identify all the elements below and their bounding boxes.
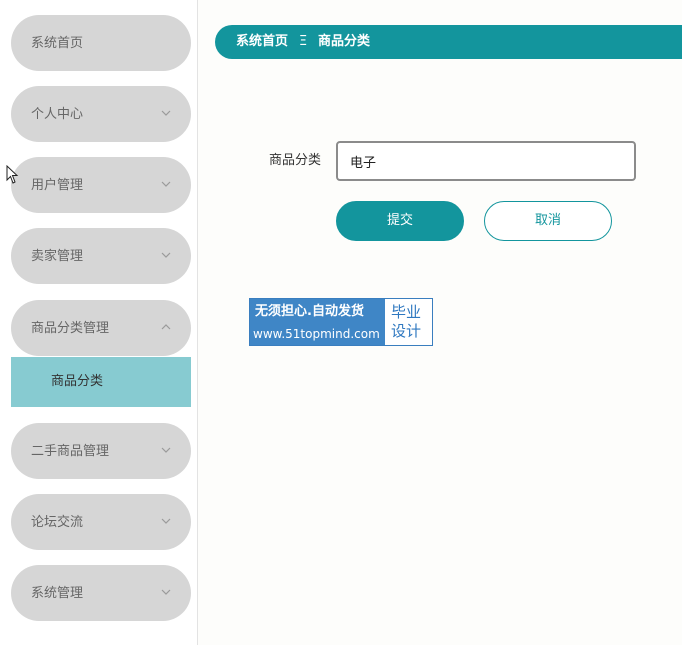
breadcrumb-separator: Ξ [299, 34, 308, 49]
chevron-down-icon [161, 589, 171, 595]
sidebar-item-label: 论坛交流 [31, 515, 84, 530]
sidebar-item-home[interactable]: 系统首页 [11, 15, 191, 71]
sidebar-item-personal-center[interactable]: 个人中心 [11, 86, 191, 142]
sidebar-subitem-category[interactable]: 商品分类 [11, 357, 191, 407]
category-input[interactable] [336, 141, 636, 181]
sidebar-item-label: 二手商品管理 [31, 444, 110, 459]
app-window: 名 系统首页 个人中心 用户管理 卖家管理 商品分类管理 商品分类 二手 [0, 0, 682, 645]
watermark-logo: 无须担心.自动发货 www.51topmind.com 毕业 设计 [249, 298, 433, 346]
sidebar-item-forum[interactable]: 论坛交流 [11, 494, 191, 550]
sidebar-item-secondhand-goods[interactable]: 二手商品管理 [11, 423, 191, 479]
sidebar-item-label: 个人中心 [31, 107, 84, 122]
sidebar-item-seller-management[interactable]: 卖家管理 [11, 228, 191, 284]
chevron-down-icon [161, 447, 171, 453]
chevron-down-icon [161, 181, 171, 187]
watermark-left-panel: 无须担心.自动发货 www.51topmind.com [250, 299, 385, 345]
watermark-right-bottom: 设计 [391, 322, 422, 340]
mouse-cursor-icon [6, 165, 19, 184]
sidebar-item-category-management[interactable]: 商品分类管理 [11, 300, 191, 356]
watermark-right-top: 毕业 [391, 303, 422, 321]
sidebar-item-user-management[interactable]: 用户管理 [11, 157, 191, 213]
watermark-url: www.51topmind.com [253, 327, 380, 341]
sidebar-item-label: 系统管理 [31, 586, 84, 601]
submit-button[interactable]: 提交 [336, 201, 464, 241]
chevron-down-icon [161, 110, 171, 116]
breadcrumb-current: 商品分类 [318, 34, 371, 49]
chevron-up-icon [161, 324, 171, 330]
cancel-button[interactable]: 取消 [484, 201, 612, 241]
sidebar-item-label: 商品分类管理 [31, 321, 110, 336]
watermark-right-panel: 毕业 设计 [391, 303, 427, 341]
sidebar-subitem-label: 商品分类 [51, 374, 104, 389]
watermark-slogan: 无须担心.自动发货 [255, 304, 364, 319]
sidebar-item-system-management[interactable]: 系统管理 [11, 565, 191, 621]
breadcrumb: 系统首页 Ξ 商品分类 [215, 25, 682, 59]
chevron-down-icon [161, 252, 171, 258]
sidebar-item-label: 用户管理 [31, 178, 84, 193]
chevron-down-icon [161, 518, 171, 524]
category-label: 商品分类 [269, 153, 322, 168]
sidebar-item-label: 卖家管理 [31, 249, 84, 264]
sidebar: 系统首页 个人中心 用户管理 卖家管理 商品分类管理 商品分类 二手商品管理 论… [0, 0, 198, 645]
breadcrumb-home-link[interactable]: 系统首页 [236, 25, 288, 59]
sidebar-item-label: 系统首页 [31, 36, 84, 51]
